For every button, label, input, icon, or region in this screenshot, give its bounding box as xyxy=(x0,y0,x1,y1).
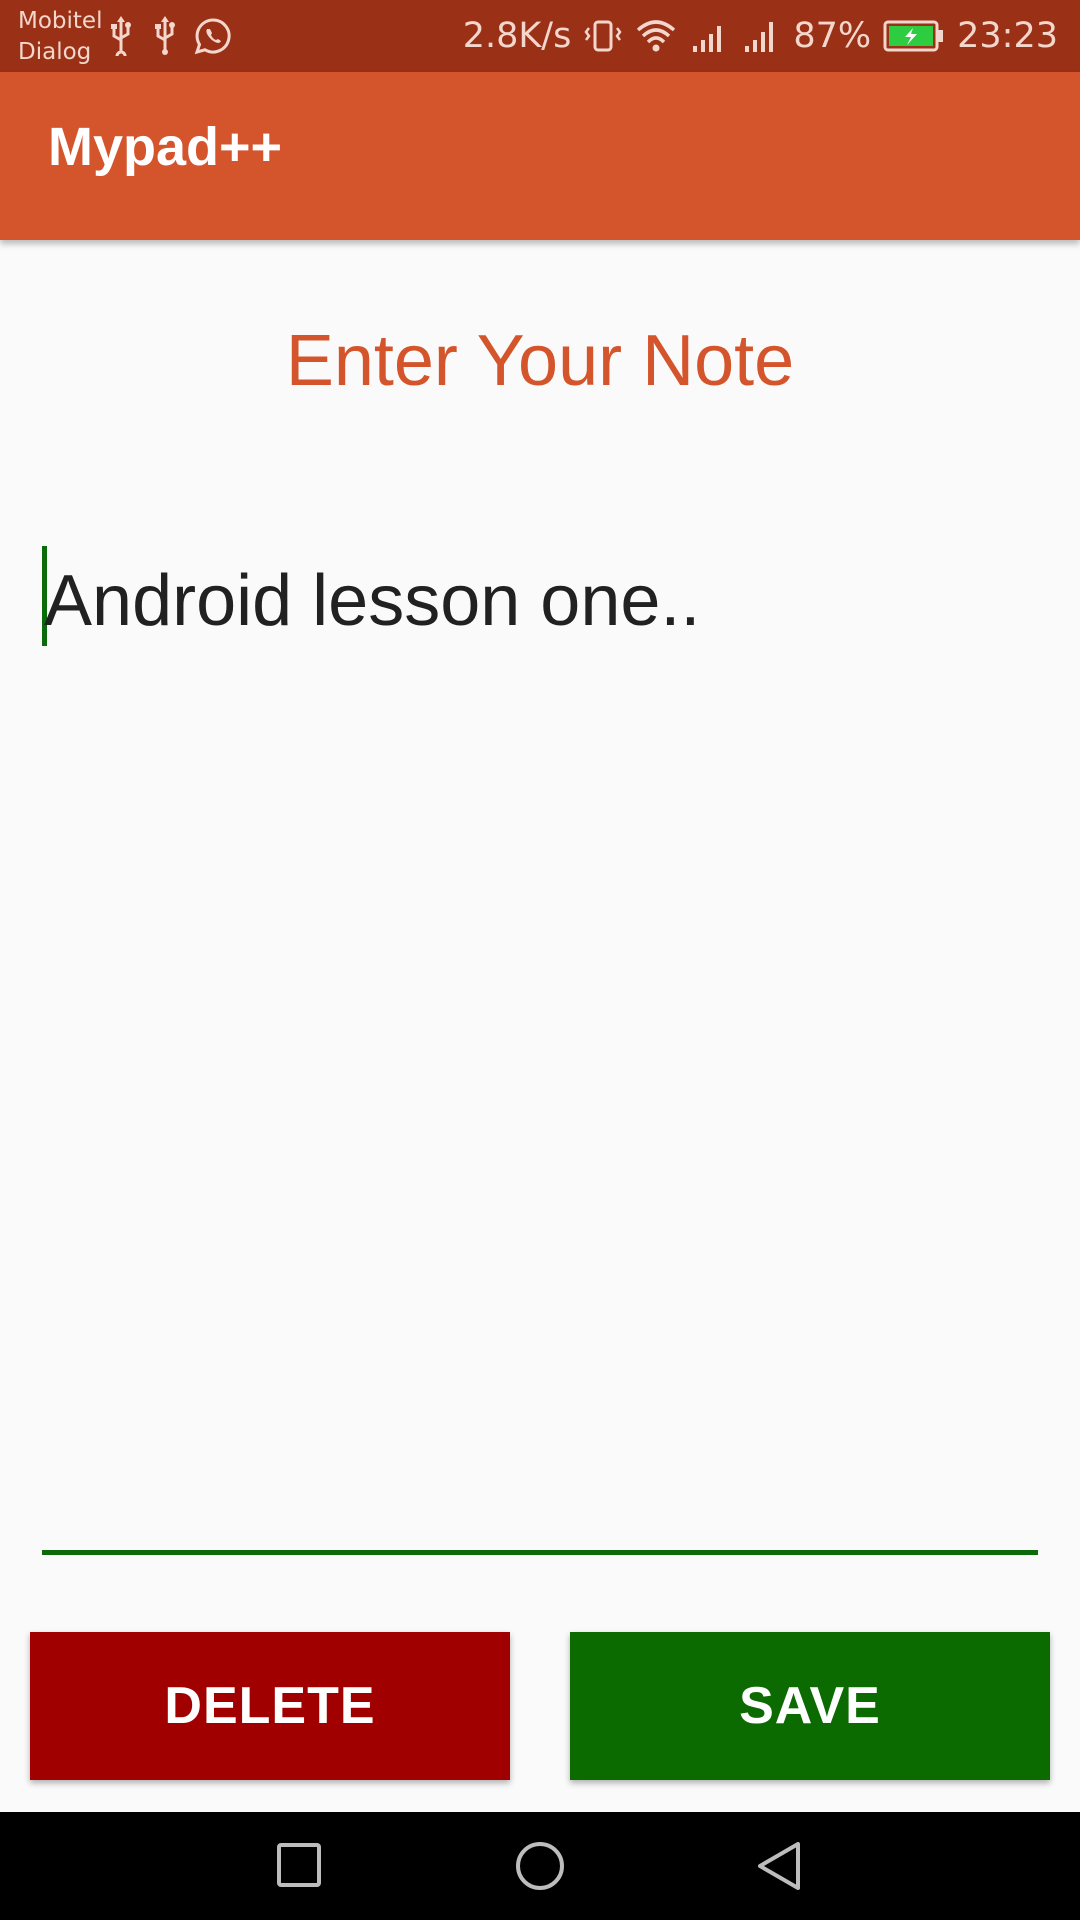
app-title: Mypad++ xyxy=(48,117,283,177)
clock: 23:23 xyxy=(957,16,1058,56)
carrier-info: Mobitel Dialog xyxy=(18,6,102,68)
network-speed: 2.8K/s xyxy=(462,16,572,56)
wifi-icon xyxy=(635,18,677,54)
whatsapp-icon xyxy=(194,17,232,59)
battery-charging-icon xyxy=(883,19,945,53)
usb-icon xyxy=(150,16,180,60)
recents-icon[interactable] xyxy=(274,1840,324,1894)
home-icon[interactable] xyxy=(514,1840,566,1896)
status-bar: Mobitel Dialog 2.8K/s 87% 23:23 xyxy=(0,0,1080,72)
page-heading: Enter Your Note xyxy=(285,321,795,401)
navigation-bar xyxy=(0,1812,1080,1920)
system-status: 2.8K/s 87% 23:23 xyxy=(463,12,1058,60)
usb-icon xyxy=(106,16,136,62)
note-input[interactable]: Android lesson one.. xyxy=(42,540,1038,1555)
note-input-value: Android lesson one.. xyxy=(44,561,701,641)
back-icon[interactable] xyxy=(754,1840,804,1896)
carrier-secondary: Dialog xyxy=(18,39,92,65)
signal-icon xyxy=(689,18,729,54)
app-bar: Mypad++ xyxy=(0,72,1080,240)
vibrate-icon xyxy=(583,16,623,56)
signal-icon xyxy=(741,18,781,54)
battery-percent: 87% xyxy=(793,16,872,56)
save-button[interactable]: SAVE xyxy=(570,1632,1050,1780)
delete-button[interactable]: DELETE xyxy=(30,1632,510,1780)
notification-icons xyxy=(106,16,232,62)
carrier-primary: Mobitel xyxy=(18,8,103,34)
